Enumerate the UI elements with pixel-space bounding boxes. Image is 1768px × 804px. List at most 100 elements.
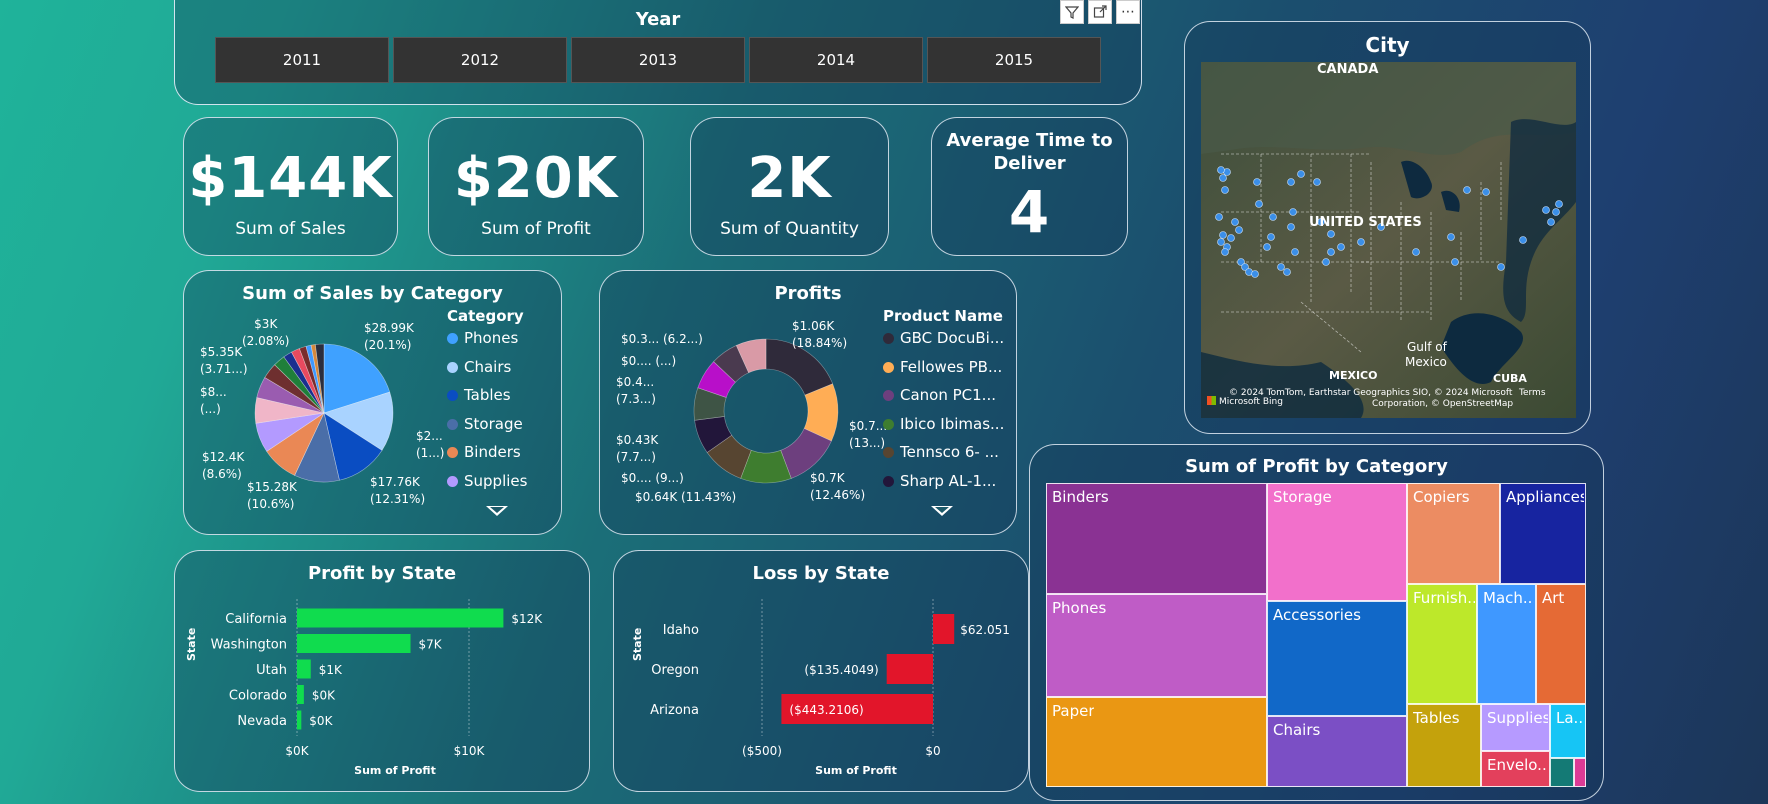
year-button-2013[interactable]: 2013: [571, 37, 745, 83]
profit-treemap[interactable]: Binders Phones Paper Storage Accessories Chai…: [1046, 483, 1586, 787]
donut-label-h: $0.... (...): [621, 354, 677, 368]
kpi-sales-label: Sum of Sales: [235, 219, 346, 239]
state-label: Washington: [211, 638, 287, 653]
bar-value-label: $7K: [419, 638, 443, 652]
legend-dot-icon: [883, 390, 894, 401]
filter-icon[interactable]: [1060, 0, 1084, 24]
year-button-2012[interactable]: 2012: [393, 37, 567, 83]
loss-by-state-chart[interactable]: Idaho $62.051 Oregon ($135.4049) Arizona ($44…: [614, 551, 1030, 793]
treemap-tile[interactable]: [1574, 758, 1586, 787]
kpi-quantity-value: 2K: [747, 146, 832, 211]
profits-legend-item[interactable]: GBC DocuBi...: [883, 329, 1004, 347]
profit-bar[interactable]: [297, 659, 311, 679]
x-tick-label: $0K: [285, 744, 309, 758]
profits-legend-item[interactable]: Fellowes PB...: [883, 358, 1002, 376]
year-button-2014[interactable]: 2014: [749, 37, 923, 83]
x-tick-label: $0: [925, 744, 940, 758]
city-map-card: City CANADA UNITED STATES Gulf of Mexico…: [1184, 21, 1591, 434]
treemap-tile-label: Copiers: [1413, 488, 1470, 506]
donut-label-c: $0.7K (12.46%): [810, 471, 866, 502]
legend-dot-icon: [883, 447, 894, 458]
loss-bar[interactable]: [886, 654, 933, 684]
year-button-2011[interactable]: 2011: [215, 37, 389, 83]
kpi-deliver-value: 4: [1008, 178, 1051, 246]
treemap-tile-label: Accessories: [1273, 606, 1361, 624]
profits-legend: Product Name GBC DocuBi... Fellowes PB...…: [883, 307, 1013, 497]
kpi-card-deliver: Average Time to Deliver 4: [931, 117, 1128, 256]
profit-bar[interactable]: [297, 685, 304, 704]
sales-legend-title: Category: [447, 307, 524, 325]
treemap-tile[interactable]: Storage: [1267, 483, 1407, 601]
loss-bar[interactable]: [933, 614, 955, 644]
profits-legend-more-icon[interactable]: [931, 506, 953, 516]
profit-bar[interactable]: [297, 710, 302, 730]
treemap-tile-label: Furnish...: [1413, 589, 1475, 607]
year-slicer: Year 2011 2012 2013 2014 2015: [174, 0, 1142, 105]
treemap-tile[interactable]: Tables: [1407, 704, 1481, 787]
bar-value-label: $0K: [312, 689, 336, 703]
treemap-tile[interactable]: Copiers: [1407, 483, 1500, 584]
profits-legend-item[interactable]: Canon PC1...: [883, 386, 996, 404]
donut-label-d: $0.64K (11.43%): [635, 490, 737, 504]
treemap-tile-label: Envelo...: [1487, 756, 1548, 774]
treemap-tile-label: Appliances: [1506, 488, 1584, 506]
city-map[interactable]: CANADA UNITED STATES Gulf of Mexico MEXI…: [1201, 62, 1576, 418]
treemap-tile[interactable]: Furnish...: [1407, 584, 1477, 704]
legend-label: Ibico Ibimas...: [900, 414, 1005, 433]
treemap-tile[interactable]: Paper: [1046, 697, 1267, 787]
treemap-tile[interactable]: Binders: [1046, 483, 1267, 594]
map-copyright-2[interactable]: Corporation, © OpenStreetMap: [1372, 399, 1513, 409]
donut-label-e: $0.... (9...): [621, 471, 684, 485]
bing-logo: Microsoft Bing: [1207, 396, 1283, 407]
sales-legend-more-icon[interactable]: [486, 506, 508, 516]
x-tick-label: $10K: [454, 744, 486, 758]
donut-label-b: $0.7... (13...): [849, 419, 888, 450]
state-label: Arizona: [650, 703, 699, 718]
kpi-deliver-title-2: Deliver: [993, 153, 1066, 174]
profit-bar[interactable]: [297, 608, 504, 628]
treemap-tile-label: Chairs: [1273, 721, 1321, 739]
more-options-icon[interactable]: ⋯: [1116, 0, 1140, 24]
legend-dot-icon: [447, 333, 458, 344]
treemap-tile-label: Storage: [1273, 488, 1332, 506]
treemap-tile-label: Tables: [1413, 709, 1460, 727]
donut-label-f: $0.43K (7.7...): [616, 433, 659, 464]
map-terms-link[interactable]: Terms: [1519, 388, 1546, 398]
sales-legend-item[interactable]: Chairs: [447, 358, 511, 376]
treemap-tile[interactable]: [1550, 758, 1574, 787]
treemap-tile[interactable]: Art: [1536, 584, 1586, 704]
treemap-tile[interactable]: Mach...: [1477, 584, 1536, 704]
focus-mode-icon[interactable]: [1088, 0, 1112, 24]
profit-bar[interactable]: [297, 634, 411, 653]
sales-legend-item[interactable]: Storage: [447, 415, 523, 433]
treemap-tile-label: La...: [1556, 709, 1584, 727]
sales-legend-item[interactable]: Supplies: [447, 472, 527, 490]
state-label: Utah: [256, 663, 287, 678]
treemap-tile-label: Binders: [1052, 488, 1109, 506]
treemap-tile[interactable]: Supplies: [1481, 704, 1550, 751]
profit-treemap-card: Sum of Profit by Category Binders Phones P…: [1029, 444, 1604, 801]
treemap-tile[interactable]: Accessories: [1267, 601, 1407, 716]
bar-value-label: $0K: [309, 714, 333, 728]
profit-by-state-chart[interactable]: California $12K Washington $7K Utah $1K Colora…: [175, 551, 591, 793]
treemap-tile[interactable]: Chairs: [1267, 716, 1407, 787]
legend-label: Binders: [464, 443, 521, 461]
treemap-tile[interactable]: La...: [1550, 704, 1586, 758]
profits-legend-item[interactable]: Sharp AL-1...: [883, 472, 996, 490]
sales-legend-item[interactable]: Phones: [447, 329, 518, 347]
profits-legend-item[interactable]: Ibico Ibimas...: [883, 415, 1004, 433]
sales-legend-item[interactable]: Tables: [447, 386, 511, 404]
treemap-tile[interactable]: Phones: [1046, 594, 1267, 697]
bar-value-label: $1K: [319, 663, 343, 677]
profits-legend-title: Product Name: [883, 307, 1003, 325]
pie-label-535: $5.35K (3.71...): [200, 345, 248, 376]
treemap-tile[interactable]: Envelo...: [1481, 751, 1550, 787]
sales-legend-item[interactable]: Binders: [447, 443, 521, 461]
visual-toolbar: ⋯: [1060, 0, 1142, 24]
bing-label: Microsoft Bing: [1219, 397, 1283, 407]
treemap-title: Sum of Profit by Category: [1185, 456, 1448, 477]
profits-legend-item[interactable]: Tennsco 6- ...: [883, 443, 999, 461]
year-button-2015[interactable]: 2015: [927, 37, 1101, 83]
legend-dot-icon: [447, 447, 458, 458]
treemap-tile[interactable]: Appliances: [1500, 483, 1586, 584]
